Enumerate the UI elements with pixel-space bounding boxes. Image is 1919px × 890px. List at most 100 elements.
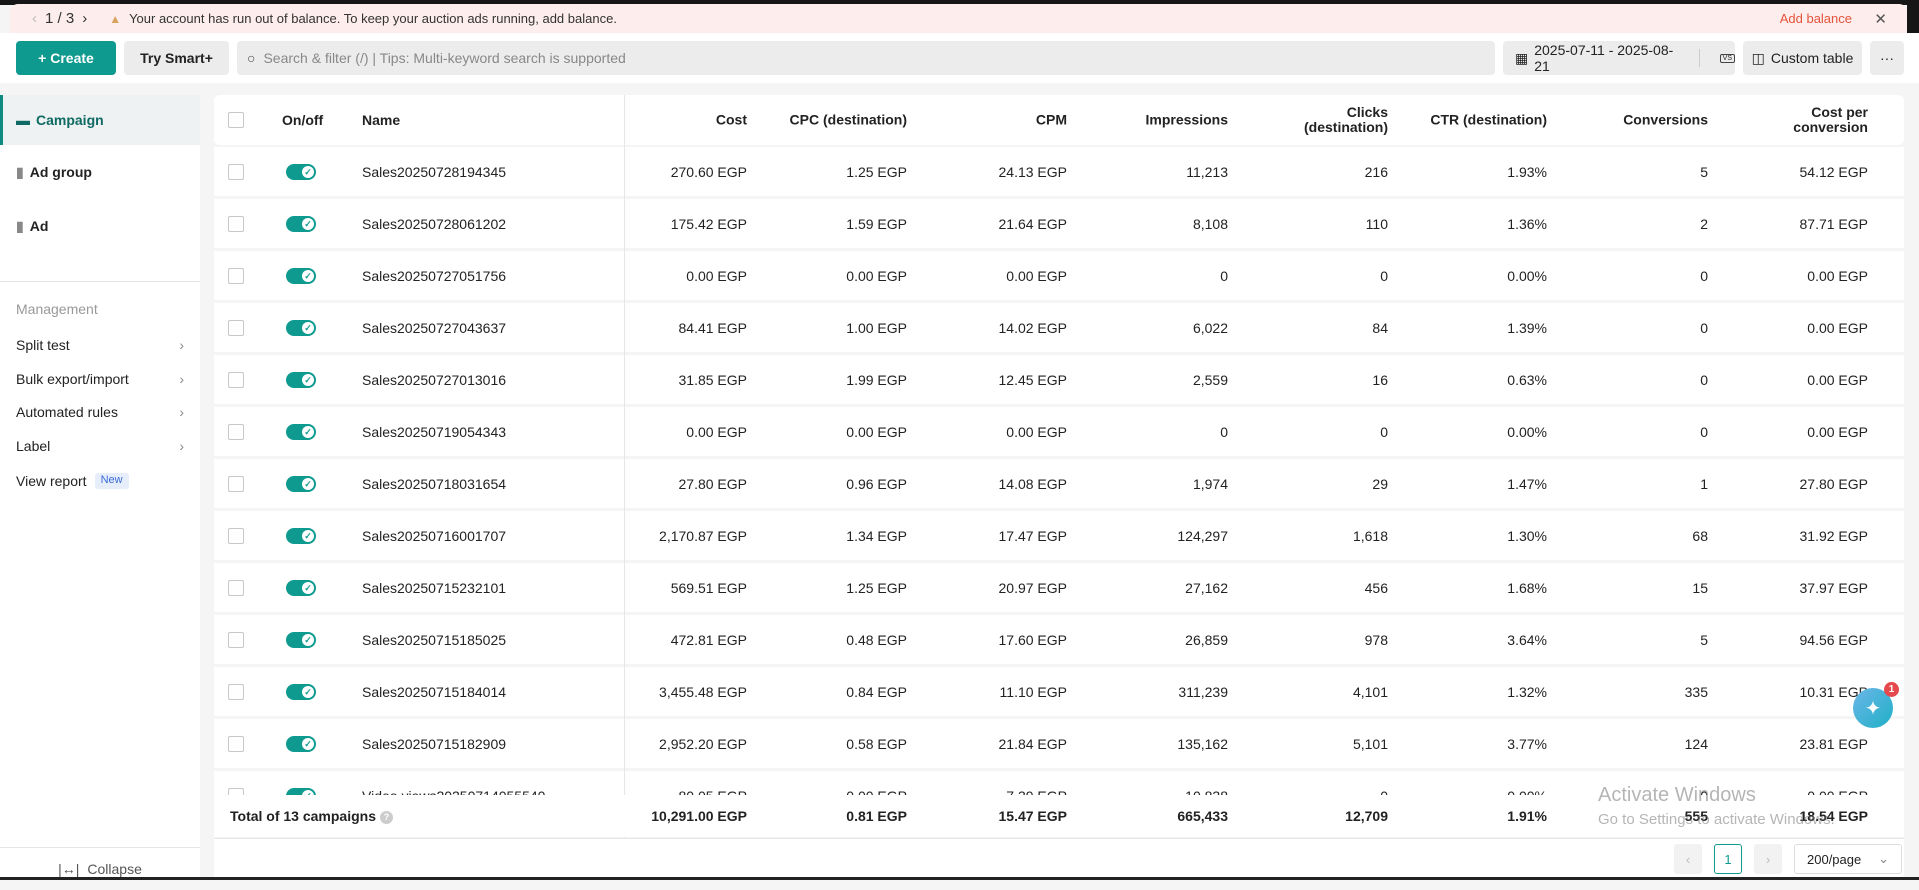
campaign-name[interactable]: Sales20250716001707 [362, 528, 506, 544]
status-toggle[interactable] [286, 267, 316, 284]
campaign-name[interactable]: Sales20250719054343 [362, 424, 506, 440]
select-all-checkbox[interactable] [228, 112, 244, 128]
row-checkbox[interactable] [228, 475, 244, 492]
campaign-name[interactable]: Sales20250715185025 [362, 632, 506, 648]
row-checkbox[interactable] [228, 371, 244, 388]
sidebar-item-campaign[interactable]: ▬ Campaign [0, 95, 200, 145]
row-checkbox[interactable] [228, 683, 244, 700]
sidebar-item-ad-group[interactable]: ▮ Ad group [0, 147, 200, 197]
status-toggle[interactable] [286, 475, 316, 492]
menu-view-report[interactable]: View report New [16, 473, 184, 489]
table-row[interactable]: Sales20250719054343 0.00 EGP 0.00 EGP 0.00 … [214, 407, 1904, 456]
status-toggle[interactable] [286, 631, 316, 648]
cell-cost: 2,170.87 EGP [659, 527, 747, 544]
help-icon[interactable]: ? [380, 810, 393, 824]
menu-label-item[interactable]: Label › [16, 438, 184, 454]
row-checkbox[interactable] [228, 631, 244, 648]
status-toggle[interactable] [286, 163, 316, 180]
add-balance-link[interactable]: Add balance [1780, 11, 1852, 26]
create-button[interactable]: + Create [16, 41, 116, 75]
header-cost-per-conversion[interactable]: Cost per conversion [1758, 105, 1868, 135]
header-cpm[interactable]: CPM [1036, 112, 1067, 128]
status-toggle[interactable] [286, 683, 316, 700]
menu-automated-rules[interactable]: Automated rules › [16, 404, 184, 420]
header-clicks[interactable]: Clicks (destination) [1278, 105, 1388, 135]
row-checkbox[interactable] [228, 215, 244, 232]
row-checkbox[interactable] [228, 579, 244, 596]
header-onoff[interactable]: On/off [282, 112, 323, 128]
header-cost[interactable]: Cost [716, 112, 747, 128]
status-toggle[interactable] [286, 735, 316, 752]
table-row[interactable]: Sales20250728194345 270.60 EGP 1.25 EGP 24.… [214, 147, 1904, 196]
status-toggle[interactable] [286, 319, 316, 336]
table-row[interactable]: Sales20250727013016 31.85 EGP 1.99 EGP 12.4… [214, 355, 1904, 404]
table-row[interactable]: Sales20250718031654 27.80 EGP 0.96 EGP 14.0… [214, 459, 1904, 508]
cell-cost: 3,455.48 EGP [659, 683, 747, 700]
row-checkbox[interactable] [228, 163, 244, 180]
try-smart-button[interactable]: Try Smart+ [124, 41, 229, 75]
table-row[interactable]: Sales20250728061202175.42 EGP1.59 EGP21.… [214, 199, 1904, 248]
notification-badge: 1 [1884, 682, 1899, 697]
next-page-button[interactable]: › [1754, 844, 1782, 874]
status-toggle[interactable] [286, 579, 316, 596]
more-button[interactable]: ··· [1870, 41, 1904, 75]
prev-page-button[interactable]: ‹ [1674, 844, 1702, 874]
status-toggle[interactable] [286, 423, 316, 440]
campaign-name[interactable]: Sales20250727043637 [362, 320, 506, 336]
cell-cpm: 14.02 EGP [998, 319, 1068, 336]
table-row[interactable]: Sales20250716001707 2,170.87 EGP 1.34 EGP 1… [214, 511, 1904, 560]
menu-bulk-export-import[interactable]: Bulk export/import › [16, 371, 184, 387]
campaign-name[interactable]: Sales20250728194345 [362, 164, 506, 180]
cell-cost: 27.80 EGP [678, 475, 748, 492]
campaign-name[interactable]: Sales20250727051756 [362, 268, 506, 284]
compare-vs-icon[interactable]: VS [1719, 53, 1735, 63]
table-row[interactable]: Sales20250715232101 569.51 EGP 1.25 EGP 20.… [214, 563, 1904, 612]
status-toggle[interactable] [286, 215, 316, 232]
cell-cost-per-conversion: 37.97 EGP [1799, 579, 1869, 596]
search-input[interactable]: ○ Search & filter (/) | Tips: Multi-keyw… [237, 41, 1495, 75]
status-toggle[interactable] [286, 527, 316, 544]
header-name[interactable]: Name [362, 112, 400, 128]
custom-table-button[interactable]: ◫ Custom table [1743, 41, 1862, 75]
header-impressions[interactable]: Impressions [1146, 112, 1228, 128]
row-checkbox[interactable] [228, 527, 244, 544]
table-row[interactable]: Sales20250715182909 2,952.20 EGP 0.58 EGP 2… [214, 719, 1904, 768]
sidebar: ▬ Campaign ▮ Ad group ▮ Ad Management Split… [0, 83, 200, 878]
cell-conversions: 2 [1700, 215, 1708, 232]
sidebar-item-label: Campaign [36, 112, 104, 128]
header-cpc[interactable]: CPC (destination) [790, 112, 907, 128]
table-row[interactable]: Sales20250715185025 472.81 EGP 0.48 EGP 17.… [214, 615, 1904, 664]
row-checkbox[interactable] [228, 267, 244, 284]
cell-cpc: 0.58 EGP [846, 735, 907, 752]
header-ctr[interactable]: CTR (destination) [1430, 112, 1547, 128]
sidebar-item-ad[interactable]: ▮ Ad [0, 201, 200, 251]
campaign-name[interactable]: Sales20250727013016 [362, 372, 506, 388]
cell-cpm: 21.84 EGP [998, 735, 1068, 752]
cell-impressions: 2,559 [1192, 371, 1228, 388]
table-row[interactable]: Sales20250715184014 3,455.48 EGP 0.84 EGP 1… [214, 667, 1904, 716]
header-conversions[interactable]: Conversions [1623, 112, 1708, 128]
menu-split-test[interactable]: Split test › [16, 337, 184, 353]
date-range-picker[interactable]: ▦ 2025-07-11 - 2025-08-21 VS [1503, 41, 1735, 75]
chevron-right-icon: › [179, 371, 184, 387]
row-checkbox[interactable] [228, 423, 244, 440]
page-1-button[interactable]: 1 [1714, 844, 1742, 874]
campaign-name[interactable]: Sales20250728061202 [362, 216, 506, 232]
chevron-right-icon[interactable]: › [82, 10, 87, 27]
close-icon[interactable]: ✕ [1874, 10, 1887, 28]
table-row[interactable]: Sales20250727043637 84.41 EGP 1.00 EGP 14.0… [214, 303, 1904, 352]
watermark-line2: Go to Settings to activate Windows. [1598, 811, 1835, 828]
table-row[interactable]: Sales20250727051756 0.00 EGP 0.00 EGP 0.00 … [214, 251, 1904, 300]
cell-cpm: 0.00 EGP [1006, 267, 1067, 284]
campaign-name[interactable]: Sales20250715182909 [362, 736, 506, 752]
chevron-left-icon[interactable]: ‹ [32, 10, 37, 27]
row-checkbox[interactable] [228, 319, 244, 336]
page-size-select[interactable]: 200/page ⌄ [1794, 844, 1902, 874]
status-toggle[interactable] [286, 371, 316, 388]
collapse-button[interactable]: |↔| Collapse [0, 847, 200, 890]
campaign-name[interactable]: Sales20250715232101 [362, 580, 506, 596]
campaign-name[interactable]: Sales20250715184014 [362, 684, 506, 700]
row-checkbox[interactable] [228, 735, 244, 752]
cell-cost-per-conversion: 0.00 EGP [1807, 423, 1868, 440]
campaign-name[interactable]: Sales20250718031654 [362, 476, 506, 492]
